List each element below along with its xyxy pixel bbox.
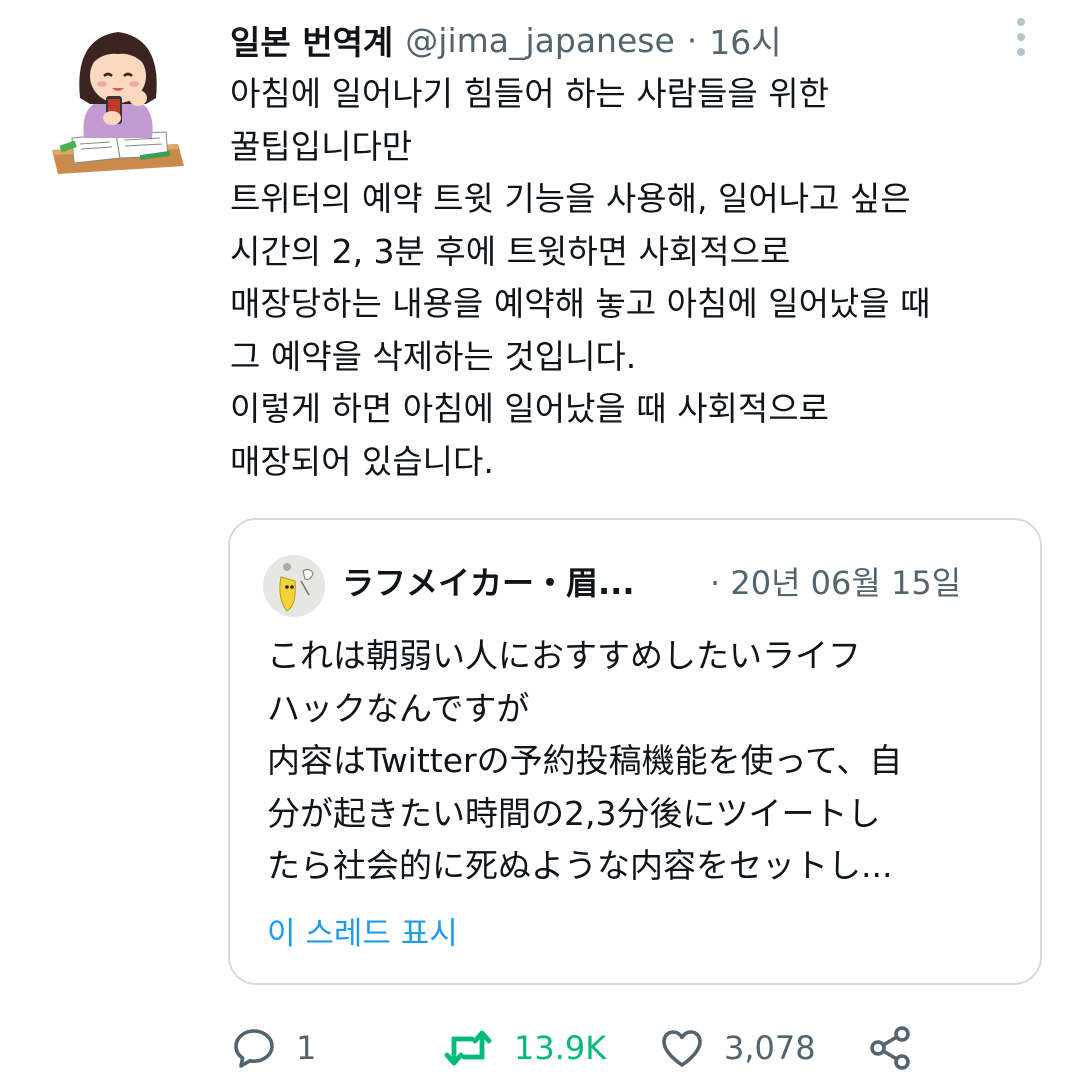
quoted-tweet-card[interactable]: ラフメイカー・眉... · 20년 06월 15일 これは朝弱い人におすすめした… xyxy=(228,518,1042,985)
author-handle[interactable]: @jima_japanese xyxy=(405,21,674,60)
more-options-icon[interactable] xyxy=(1003,14,1039,60)
tweet-line: 이렇게 하면 아침에 일어났을 때 사회적으로 xyxy=(230,389,829,428)
header-separator: · xyxy=(686,20,698,60)
tweet-header: 일본 번역계 @jima_japanese · 16시 xyxy=(230,14,990,66)
tweet-line: 아침에 일어나기 힘들어 하는 사람들을 위한 xyxy=(230,74,829,113)
quoted-line: 内容はTwitterの予約投稿機能を使って、自 xyxy=(267,741,903,780)
retweet-button[interactable]: 13.9K xyxy=(440,1020,606,1076)
like-button[interactable]: 3,078 xyxy=(658,1020,816,1076)
more-dot xyxy=(1017,18,1025,26)
tweet-line: 트위터의 예약 트윗 기능을 사용해, 일어나고 싶은 xyxy=(230,179,911,218)
show-thread-link[interactable]: 이 스레드 표시 xyxy=(267,908,458,953)
tweet-line: 매장당하는 내용을 예약해 놓고 아침에 일어났을 때 xyxy=(230,284,931,323)
tweet-line: 그 예약을 삭제하는 것입니다. xyxy=(230,336,637,376)
quoted-date: 20년 06월 15일 xyxy=(730,564,962,602)
quoted-line: ハックなんですが xyxy=(267,688,530,728)
author-name[interactable]: 일본 번역계 xyxy=(230,16,393,64)
share-icon xyxy=(870,1026,910,1070)
retweet-icon xyxy=(444,1030,492,1066)
more-dot xyxy=(1017,48,1025,56)
reply-icon xyxy=(234,1029,274,1068)
girl-with-phone-illustration xyxy=(52,32,184,174)
like-icon xyxy=(662,1030,702,1067)
tweet-line: 시간의 2, 3분 후에 트윗하면 사회적으로 xyxy=(230,231,791,271)
quoted-line: 分が起きたい時間の2,3分後にツイートし xyxy=(267,793,881,833)
action-bar: 1 13.9K 3,078 xyxy=(230,1020,1050,1076)
tweet-timestamp[interactable]: 16시 xyxy=(709,16,781,64)
quoted-meta: · 20년 06월 15일 xyxy=(710,558,961,604)
share-button[interactable] xyxy=(866,1020,914,1076)
more-dot xyxy=(1017,33,1025,41)
quoted-author-name: ラフメイカー・眉... xyxy=(342,564,635,602)
banana-character-illustration xyxy=(263,555,325,617)
quoted-separator: · xyxy=(710,564,721,602)
tweet-line: 꿀팁입니다만 xyxy=(230,126,413,166)
author-avatar[interactable] xyxy=(50,18,186,178)
quoted-line: これは朝弱い人におすすめしたいライフ xyxy=(267,636,861,675)
like-count: 3,078 xyxy=(724,1029,816,1067)
quoted-line: たら社会的に死ぬような内容をセットし... xyxy=(267,846,893,885)
reply-button[interactable]: 1 xyxy=(230,1020,316,1076)
retweet-count: 13.9K xyxy=(514,1029,607,1067)
reply-count: 1 xyxy=(296,1029,317,1067)
tweet-line: 매장되어 있습니다. xyxy=(230,441,494,481)
tweet-text: 아침에 일어나기 힘들어 하는 사람들을 위한 꿀팁입니다만 트위터의 예약 트… xyxy=(230,68,1060,488)
quoted-author-avatar xyxy=(263,555,325,617)
quoted-text: これは朝弱い人におすすめしたいライフ ハックなんですが 内容はTwitterの予… xyxy=(267,630,1027,893)
